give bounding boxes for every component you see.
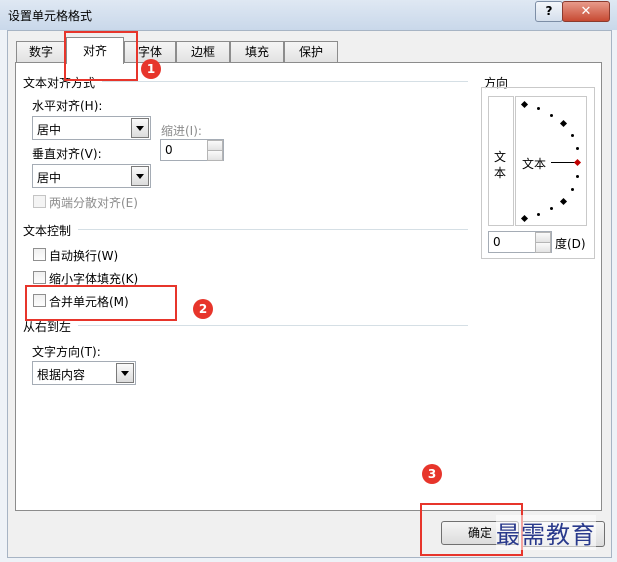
- chevron-down-icon[interactable]: [131, 118, 149, 138]
- divider: [78, 229, 468, 230]
- justify-distributed-checkbox[interactable]: [33, 195, 46, 208]
- horizontal-align-value: 居中: [37, 123, 62, 137]
- highlight-box-merge-cells: [25, 285, 177, 321]
- close-button[interactable]: ✕: [562, 1, 610, 22]
- horizontal-align-label: 水平对齐(H):: [32, 99, 103, 113]
- vertical-text-box[interactable]: 文本: [488, 96, 514, 226]
- dial-marker: [520, 100, 529, 109]
- horizontal-align-select[interactable]: 居中: [32, 116, 151, 140]
- text-direction-label: 文字方向(T):: [32, 345, 101, 359]
- divider: [102, 81, 468, 82]
- divider: [78, 325, 468, 326]
- dial-handle[interactable]: [573, 158, 582, 167]
- tab-fill[interactable]: 填充: [230, 41, 284, 63]
- vertical-align-select[interactable]: 居中: [32, 164, 151, 188]
- spin-down-icon[interactable]: [207, 150, 223, 161]
- dial-dot: [537, 107, 540, 110]
- vertical-text: 文本: [494, 150, 507, 180]
- wrap-text-label: 自动换行(W): [49, 249, 119, 263]
- tab-number[interactable]: 数字: [16, 41, 66, 63]
- dial-marker: [520, 214, 529, 223]
- step-badge-1: 1: [141, 59, 161, 79]
- degrees-label: 度(D): [555, 237, 586, 251]
- dial-dot: [571, 134, 574, 137]
- vertical-align-label: 垂直对齐(V):: [32, 147, 102, 161]
- spin-down-icon[interactable]: [535, 242, 551, 253]
- text-direction-value: 根据内容: [37, 368, 86, 382]
- dial-dot: [537, 213, 540, 216]
- title-bar: 设置单元格格式 ? ✕: [0, 0, 617, 30]
- indent-label: 缩进(I):: [161, 124, 202, 138]
- indent-spinner[interactable]: 0: [160, 139, 224, 161]
- tab-alignment[interactable]: 对齐: [66, 37, 124, 64]
- chevron-down-icon[interactable]: [131, 166, 149, 186]
- dial-dot: [550, 114, 553, 117]
- chevron-down-icon[interactable]: [116, 363, 134, 383]
- dial-marker: [559, 197, 568, 206]
- degrees-spinner[interactable]: 0: [488, 231, 552, 253]
- indent-value: 0: [165, 143, 173, 157]
- vertical-align-value: 居中: [37, 171, 62, 185]
- watermark-logo: 最需教育: [496, 515, 596, 550]
- dial-dot: [571, 188, 574, 191]
- text-control-heading: 文本控制: [23, 224, 72, 238]
- shrink-to-fit-checkbox[interactable]: [33, 271, 46, 284]
- tab-protection[interactable]: 保护: [284, 41, 338, 63]
- dialog-window: 设置单元格格式 ? ✕ 数字 对齐 字体 边框 填充 保护 文本对齐方式 水平对…: [0, 0, 617, 562]
- dial-dot: [550, 207, 553, 210]
- degrees-value: 0: [493, 235, 501, 249]
- window-title: 设置单元格格式: [8, 9, 93, 23]
- text-direction-select[interactable]: 根据内容: [32, 361, 136, 385]
- dial-dot: [576, 147, 579, 150]
- justify-distributed-label: 两端分散对齐(E): [49, 196, 138, 210]
- help-button[interactable]: ?: [535, 1, 563, 22]
- dial-marker: [559, 119, 568, 128]
- wrap-text-checkbox[interactable]: [33, 248, 46, 261]
- step-badge-2: 2: [193, 299, 213, 319]
- step-badge-3: 3: [422, 464, 442, 484]
- orientation-dial[interactable]: 文本: [515, 96, 587, 226]
- tab-border[interactable]: 边框: [176, 41, 230, 63]
- dial-pointer: [551, 162, 576, 163]
- dial-dot: [576, 175, 579, 178]
- horizontal-text: 文本: [522, 157, 547, 171]
